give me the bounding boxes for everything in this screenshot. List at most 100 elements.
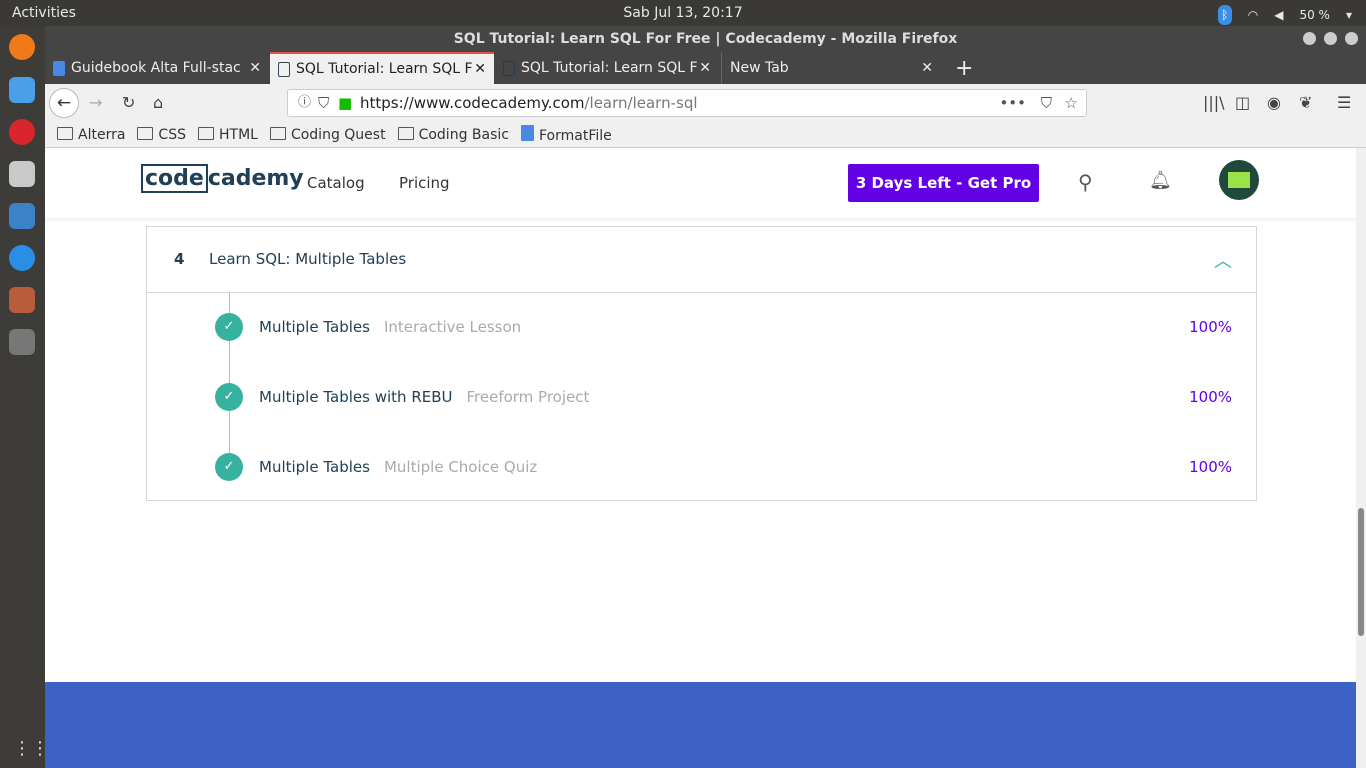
list-item[interactable]: ✓ Multiple Tables with REBU Freeform Proje… <box>147 382 1256 412</box>
item-progress: 100% <box>1189 388 1232 406</box>
scrollbar-thumb[interactable] <box>1358 508 1364 636</box>
chevron-up-icon[interactable]: ︿ <box>1214 247 1232 273</box>
tab-label: Guidebook Alta Full-stac <box>71 60 241 76</box>
bookmark-folder[interactable]: CSS <box>137 127 186 143</box>
codecademy-logo[interactable]: code cademy <box>141 164 304 193</box>
finder-icon[interactable] <box>9 77 35 103</box>
music-icon[interactable] <box>9 119 35 145</box>
sidebar-icon[interactable]: ◫ <box>1235 93 1250 112</box>
item-name: Multiple Tables <box>259 318 370 336</box>
account-icon[interactable]: ◉ <box>1267 93 1281 112</box>
tab-label: SQL Tutorial: Learn SQL F <box>296 61 473 77</box>
system-top-bar: Activities Sab Jul 13, 20:17 ᛒ ◠ ◀ 50 % … <box>0 0 1366 26</box>
tab-sql[interactable]: SQL Tutorial: Learn SQL F ✕ <box>495 52 719 84</box>
launcher-dock: ⋮⋮⋮ <box>0 26 67 768</box>
bookmark-folder[interactable]: HTML <box>198 127 258 143</box>
bookmarks-toolbar: Alterra CSS HTML Coding Quest Coding Bas… <box>45 122 1366 148</box>
module-number: 4 <box>174 250 185 268</box>
module-card: 4 Learn SQL: Multiple Tables ︿ ✓ Multiple… <box>146 226 1257 501</box>
close-tab-icon[interactable]: ✕ <box>474 61 486 77</box>
url-bar[interactable]: ⓘ ⛉ ■ https://www.codecademy.com/learn/l… <box>287 89 1087 117</box>
nav-pricing[interactable]: Pricing <box>399 174 450 192</box>
close-button[interactable] <box>1345 32 1358 45</box>
tab-sql-active[interactable]: SQL Tutorial: Learn SQL F ✕ <box>270 52 494 84</box>
tab-guidebook[interactable]: Guidebook Alta Full-stac ✕ <box>45 52 269 84</box>
bookmark-star-icon[interactable]: ☆ <box>1065 90 1078 116</box>
volume-icon: ◀ <box>1274 8 1284 22</box>
system-tray[interactable]: ᛒ ◠ ◀ 50 % ▾ <box>1217 5 1352 25</box>
tab-label: SQL Tutorial: Learn SQL F <box>521 60 698 76</box>
close-tab-icon[interactable]: ✕ <box>921 60 933 76</box>
codecademy-icon <box>503 60 515 76</box>
download-icon[interactable] <box>9 161 35 187</box>
codecademy-icon <box>278 61 290 77</box>
logo-rest-text: cademy <box>207 166 304 191</box>
nav-catalog[interactable]: Catalog <box>307 174 365 192</box>
module-title: Learn SQL: Multiple Tables <box>209 250 407 268</box>
bookmark-folder[interactable]: Alterra <box>57 127 125 143</box>
window-title: SQL Tutorial: Learn SQL For Free | Codec… <box>453 31 958 47</box>
bookmark-folder[interactable]: Coding Quest <box>270 127 386 143</box>
logo-box-text: code <box>141 164 208 193</box>
item-progress: 100% <box>1189 318 1232 336</box>
item-name: Multiple Tables with REBU <box>259 388 453 406</box>
library-icon[interactable]: |||\ <box>1203 93 1225 112</box>
check-icon: ✓ <box>215 453 243 481</box>
item-type: Freeform Project <box>466 388 590 406</box>
menu-icon[interactable]: ☰ <box>1337 93 1351 112</box>
settings-icon[interactable] <box>9 329 35 355</box>
close-tab-icon[interactable]: ✕ <box>699 60 711 76</box>
vscode-icon[interactable] <box>9 203 35 229</box>
navigation-toolbar: ← → ↻ ⌂ ⓘ ⛉ ■ https://www.codecademy.com… <box>45 84 1366 122</box>
tab-bar: Guidebook Alta Full-stac ✕ SQL Tutorial: … <box>45 52 1366 84</box>
help-icon[interactable] <box>9 245 35 271</box>
wifi-icon: ◠ <box>1247 8 1259 22</box>
bookmark-formatfile[interactable]: FormatFile <box>521 125 612 144</box>
tab-new[interactable]: New Tab ✕ <box>721 52 941 84</box>
info-icon[interactable]: ⓘ <box>298 90 311 116</box>
forward-button[interactable]: → <box>89 93 102 112</box>
chevron-down-icon: ▾ <box>1345 8 1352 22</box>
more-actions-icon[interactable]: ••• <box>999 90 1026 116</box>
bookmark-folder[interactable]: Coding Basic <box>398 127 509 143</box>
item-progress: 100% <box>1189 458 1232 476</box>
avatar[interactable] <box>1219 160 1259 200</box>
page-scrollbar[interactable] <box>1356 148 1366 768</box>
bell-icon[interactable]: 🔔︎ <box>1149 170 1172 191</box>
reload-button[interactable]: ↻ <box>122 93 135 112</box>
home-button[interactable]: ⌂ <box>153 93 163 112</box>
item-name: Multiple Tables <box>259 458 370 476</box>
close-tab-icon[interactable]: ✕ <box>249 60 261 76</box>
bluetooth-icon[interactable]: ᛒ <box>1217 5 1232 25</box>
window-titlebar: SQL Tutorial: Learn SQL For Free | Codec… <box>45 26 1366 52</box>
web-page: code cademy Catalog Pricing 3 Days Left -… <box>45 148 1356 768</box>
lock-icon[interactable]: ■ <box>338 90 352 116</box>
avatar-image <box>1228 172 1250 188</box>
search-icon[interactable]: ⚲ <box>1078 170 1093 194</box>
new-tab-button[interactable]: + <box>947 52 973 84</box>
back-button[interactable]: ← <box>49 88 79 118</box>
site-header: code cademy Catalog Pricing 3 Days Left -… <box>45 148 1356 218</box>
module-header[interactable]: 4 Learn SQL: Multiple Tables ︿ <box>147 227 1256 293</box>
gnome-extension-icon[interactable]: ❦ <box>1299 93 1312 112</box>
docs-icon <box>53 60 65 76</box>
check-icon: ✓ <box>215 383 243 411</box>
clock[interactable]: Sab Jul 13, 20:17 <box>0 5 1366 21</box>
get-pro-button[interactable]: 3 Days Left - Get Pro <box>848 164 1039 202</box>
maximize-button[interactable] <box>1324 32 1337 45</box>
tab-label: New Tab <box>730 60 789 76</box>
item-type: Interactive Lesson <box>383 318 522 336</box>
check-icon: ✓ <box>215 313 243 341</box>
item-type: Multiple Choice Quiz <box>383 458 538 476</box>
url-path: /learn/learn-sql <box>584 94 698 112</box>
battery-percent: 50 % <box>1299 8 1330 22</box>
firefox-icon[interactable] <box>9 34 35 60</box>
minimize-button[interactable] <box>1303 32 1316 45</box>
list-item[interactable]: ✓ Multiple Tables Multiple Choice Quiz 100% <box>147 452 1256 482</box>
list-item[interactable]: ✓ Multiple Tables Interactive Lesson 100% <box>147 312 1256 342</box>
tracking-shield-icon[interactable]: ⛉ <box>318 90 329 116</box>
site-footer <box>45 682 1356 768</box>
calculator-icon[interactable] <box>9 287 35 313</box>
url-host: https://www.codecademy.com <box>360 94 585 112</box>
pocket-icon[interactable]: ⛉ <box>1041 90 1052 116</box>
